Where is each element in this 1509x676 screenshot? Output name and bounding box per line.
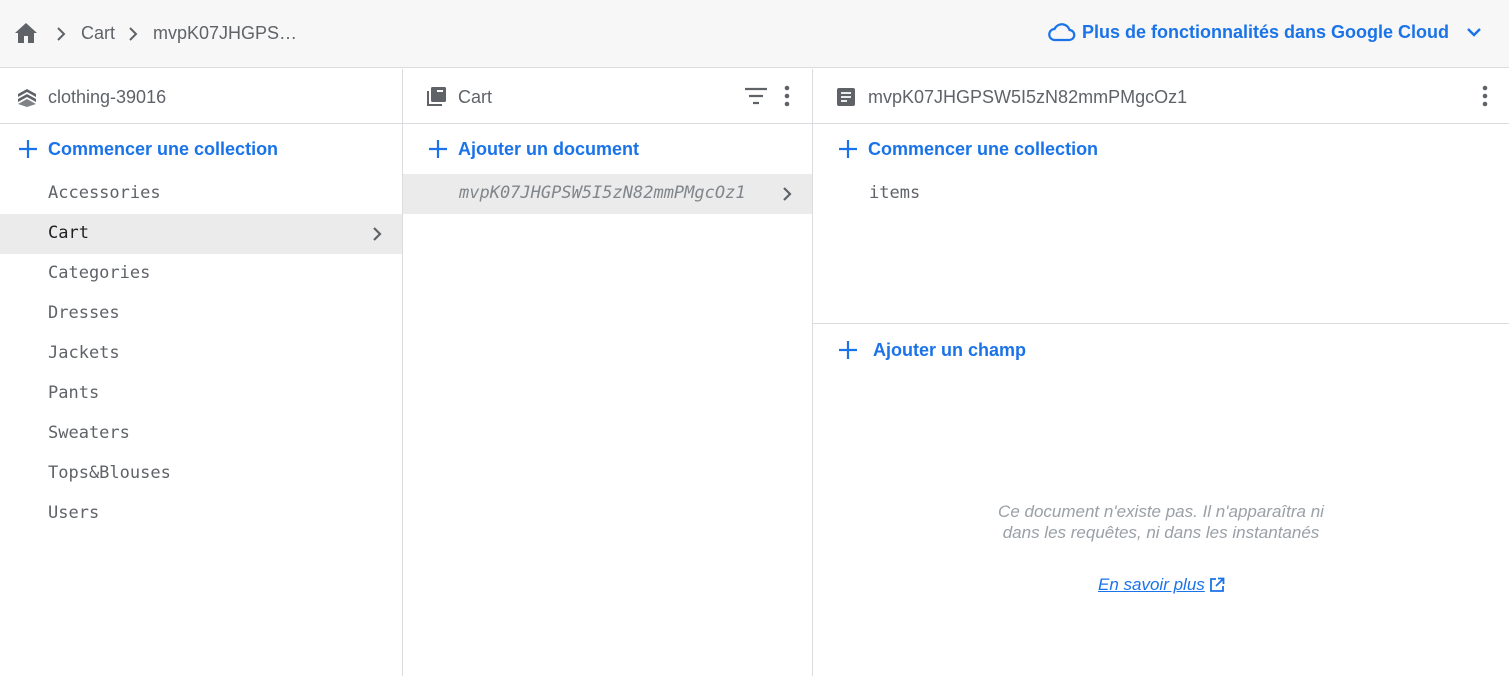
firestore-database-icon [18, 89, 36, 107]
collection-item-accessories[interactable]: Accessories [0, 174, 402, 214]
plus-icon [429, 140, 447, 158]
start-collection-button[interactable]: Commencer une collection [18, 129, 278, 169]
collection-panel: Cart Ajouter un document mvpK07JHGPSW5I5… [403, 69, 812, 676]
more-vert-icon[interactable] [783, 84, 791, 108]
root-panel-header: clothing-39016 [0, 69, 402, 124]
top-bar: Cart mvpK07JHGPS… Plus de fonctionnalité… [0, 0, 1509, 68]
document-missing-message: Ce document n'existe pas. Il n'apparaîtr… [998, 502, 1324, 542]
start-subcollection-button[interactable]: Commencer une collection [838, 129, 1098, 169]
more-vert-icon[interactable] [1481, 84, 1489, 108]
google-cloud-link[interactable]: Plus de fonctionnalités dans Google Clou… [1048, 21, 1483, 43]
breadcrumb-document[interactable]: mvpK07JHGPS… [153, 23, 297, 44]
document-title: mvpK07JHGPSW5I5zN82mmPMgcOz1 [868, 87, 1188, 107]
home-icon[interactable] [14, 22, 38, 44]
collection-panel-header: Cart [403, 69, 812, 124]
document-id-label: mvpK07JHGPSW5I5zN82mmPMgcOz1 [459, 183, 746, 203]
collection-label: Sweaters [48, 423, 130, 443]
chevron-right-icon [129, 27, 138, 41]
breadcrumb-cart[interactable]: Cart [81, 23, 115, 44]
collection-item-pants[interactable]: Pants [0, 374, 402, 414]
collection-label: Cart [48, 223, 89, 243]
collection-item-dresses[interactable]: Dresses [0, 294, 402, 334]
add-document-button[interactable]: Ajouter un document [428, 129, 639, 169]
collection-title: Cart [458, 87, 493, 107]
document-icon [837, 88, 855, 106]
plus-icon [19, 140, 37, 158]
collection-label: Pants [48, 383, 100, 403]
filter-icon[interactable] [744, 86, 768, 106]
plus-icon [839, 341, 857, 359]
learn-more-label: En savoir plus [1098, 575, 1205, 594]
root-panel: clothing-39016 Commencer une collection … [0, 69, 402, 676]
plus-icon [839, 140, 857, 158]
start-subcollection-label: Commencer une collection [868, 138, 1099, 159]
document-item[interactable]: mvpK07JHGPSW5I5zN82mmPMgcOz1 [403, 174, 812, 214]
collection-item-jackets[interactable]: Jackets [0, 334, 402, 374]
project-title: clothing-39016 [48, 87, 167, 107]
chevron-right-icon [57, 27, 66, 41]
learn-more-link[interactable]: En savoir plus [1098, 575, 1225, 595]
collection-item-users[interactable]: Users [0, 494, 402, 534]
collection-label: Categories [48, 263, 151, 283]
add-field-label: Ajouter un champ [873, 339, 1027, 360]
start-collection-label: Commencer une collection [48, 138, 279, 159]
document-panel: mvpK07JHGPSW5I5zN82mmPMgcOz1 Commencer u… [813, 69, 1509, 676]
collection-item-categories[interactable]: Categories [0, 254, 402, 294]
collection-icon [427, 87, 446, 106]
collection-label: Dresses [48, 303, 120, 323]
collection-label: Jackets [48, 343, 120, 363]
add-document-label: Ajouter un document [458, 138, 639, 159]
collection-item-cart[interactable]: Cart [0, 214, 402, 254]
collection-label: Accessories [48, 183, 161, 203]
chevron-right-icon [373, 227, 382, 241]
google-cloud-link-label: Plus de fonctionnalités dans Google Clou… [1081, 21, 1449, 42]
chevron-down-icon [1467, 28, 1481, 37]
cloud-icon [1048, 23, 1076, 42]
collection-item-tops-blouses[interactable]: Tops&Blouses [0, 454, 402, 494]
collection-label: Users [48, 503, 100, 523]
section-divider [813, 323, 1509, 324]
open-in-new-icon [1209, 577, 1225, 592]
add-field-button[interactable]: Ajouter un champ [838, 330, 1026, 370]
subcollection-label: items [869, 183, 921, 203]
collection-item-sweaters[interactable]: Sweaters [0, 414, 402, 454]
document-panel-header: mvpK07JHGPSW5I5zN82mmPMgcOz1 [813, 69, 1509, 124]
subcollection-item-items[interactable]: items [821, 174, 1509, 214]
chevron-right-icon [783, 187, 792, 201]
collection-label: Tops&Blouses [48, 463, 171, 483]
